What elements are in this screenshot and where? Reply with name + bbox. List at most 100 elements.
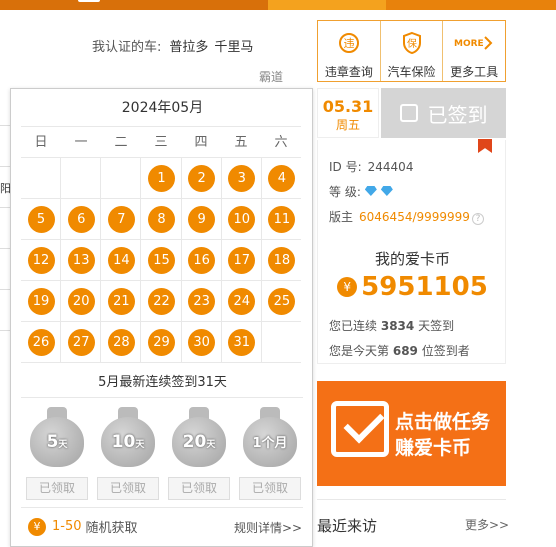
recent-more-link[interactable]: 更多>> [465, 516, 509, 533]
weekday-label: 三 [154, 135, 168, 150]
calendar-cell: 17 [222, 240, 262, 280]
calendar-cell: 15 [141, 240, 182, 280]
moderator-line: 版主 6046454/9999999? [329, 208, 484, 225]
tool-more[interactable]: MORE 更多工具 [443, 21, 505, 81]
weekday-label: 四 [194, 135, 208, 150]
tool-violation-check[interactable]: 违 违章查询 [318, 21, 381, 81]
tool-label: 汽车保险 [387, 65, 436, 79]
my-certified-cars: 我认证的车: 普拉多 千里马 [92, 36, 259, 55]
calendar-cell: 26 [21, 322, 62, 362]
coin-icon: ¥ [28, 517, 46, 536]
car-link[interactable]: 千里马 [214, 40, 253, 55]
svg-text:违: 违 [343, 37, 354, 50]
user-coin-info: ID 号: 244404 等 级: 版主 6046454/9999999? 我的爱卡… [317, 140, 506, 364]
signed-day: 18 [268, 247, 296, 274]
streak-rewards: 5天 10天 20天 1个月 [26, 407, 301, 471]
help-icon[interactable]: ? [471, 213, 484, 225]
signed-day: 12 [27, 247, 55, 274]
signed-day: 27 [67, 329, 95, 356]
calendar-cell: 16 [182, 240, 222, 280]
signed-day: 31 [228, 329, 256, 356]
calendar-cell: 24 [222, 281, 262, 321]
svg-text:MORE: MORE [454, 39, 484, 49]
car-insurance-icon: 保 [402, 31, 421, 55]
calendar-cell: 12 [21, 240, 62, 280]
nav-active-tab[interactable] [268, 0, 386, 10]
signed-day: 25 [268, 288, 296, 315]
calendar-cell: 31 [222, 322, 262, 362]
random-range: 1-50 [52, 519, 82, 534]
tool-label: 更多工具 [450, 65, 499, 79]
weekday-header: 日 一 二 三 四 五 六 [21, 126, 301, 158]
banner-line-1: 点击做任务 [395, 411, 491, 433]
nav-left-area[interactable] [0, 0, 268, 10]
streak-days: 3834 [380, 319, 415, 333]
checkmark-icon [331, 401, 389, 457]
rank-prefix: 您是今天第 [329, 344, 390, 358]
sign-in-calendar-popup: 2024年05月 日 一 二 三 四 五 六 1 2 3 4 5 6 7 8 9 10 11 12 13… [10, 88, 313, 547]
signed-day: 14 [107, 247, 135, 274]
claimed-button[interactable]: 已领取 [239, 477, 301, 500]
calendar-cell: 10 [222, 199, 262, 239]
sign-status: 05.31 周五 已签到 [317, 88, 506, 138]
calendar-grid: 日 一 二 三 四 五 六 1 2 3 4 5 6 7 8 9 10 11 12 13 14 15 16 17 1… [21, 126, 301, 363]
signed-day: 9 [188, 206, 216, 233]
calendar-cell: 21 [101, 281, 142, 321]
signed-day: 8 [147, 206, 175, 233]
signed-day: 6 [67, 206, 95, 233]
calendar-cell: 27 [61, 322, 102, 362]
claimed-button[interactable]: 已领取 [26, 477, 88, 500]
calendar-cell: 5 [21, 199, 62, 239]
calendar-week-row: 12 13 14 15 16 17 18 [21, 240, 301, 281]
calendar-cell [101, 158, 142, 198]
calendar-cell: 7 [101, 199, 142, 239]
claimed-button[interactable]: 已领取 [97, 477, 159, 500]
calendar-week-row: 1234 [21, 158, 301, 199]
calendar-cell: 2 [182, 158, 222, 198]
signed-day: 21 [107, 288, 135, 315]
task-banner[interactable]: 点击做任务 赚爱卡币 [317, 381, 506, 486]
random-reward-info: ¥ 1-50 随机获取 [28, 517, 138, 536]
claimed-button[interactable]: 已领取 [168, 477, 230, 500]
reward-bag-icon: 20天 [168, 407, 230, 471]
tool-label: 违章查询 [324, 65, 373, 79]
moderator-label: 版主 [329, 210, 354, 224]
car-link-more[interactable]: 霸道 [259, 68, 283, 85]
calendar-cell: 8 [141, 199, 182, 239]
my-coins-title: 我的爱卡币 [374, 250, 450, 268]
tool-car-insurance[interactable]: 保 汽车保险 [381, 21, 444, 81]
check-box-icon [399, 104, 418, 122]
calendar-cell: 28 [101, 322, 142, 362]
calendar-cell: 19 [21, 281, 62, 321]
signed-day: 19 [27, 288, 55, 315]
reward-days: 5 [46, 432, 59, 452]
reward-bag-icon: 10天 [97, 407, 159, 471]
signed-day: 29 [147, 329, 175, 356]
calendar-cell: 3 [222, 158, 262, 198]
user-level-line: 等 级: [329, 183, 393, 200]
signed-day: 2 [188, 165, 216, 192]
signed-day: 3 [228, 165, 256, 192]
reward-days: 20 [182, 432, 207, 452]
weekday-label: 一 [74, 135, 88, 150]
user-id-line: ID 号: 244404 [329, 158, 413, 175]
calendar-week-row: 26 27 28 29 30 31 [21, 322, 301, 363]
diamond-icon [364, 186, 377, 196]
rank-suffix: 位签到者 [421, 344, 470, 358]
signed-day: 24 [228, 288, 256, 315]
signed-day: 15 [147, 247, 175, 274]
rank-value: 689 [392, 344, 418, 358]
streak-prefix: 您已连续 [329, 319, 378, 333]
nav-glyph [78, 0, 100, 2]
signed-day: 11 [268, 206, 296, 233]
reward-bag-icon: 1个月 [239, 407, 301, 471]
rules-detail-link[interactable]: 规则详情>> [234, 519, 302, 536]
moderator-value[interactable]: 6046454/9999999 [359, 210, 470, 224]
signed-day: 26 [27, 329, 55, 356]
weekday-label: 五 [234, 135, 248, 150]
calendar-cell [21, 158, 62, 198]
signed-day: 16 [188, 247, 216, 274]
car-link[interactable]: 普拉多 [169, 40, 208, 55]
signed-in-button[interactable]: 已签到 [381, 88, 506, 138]
coin-balance-value: 5951105 [361, 272, 488, 302]
